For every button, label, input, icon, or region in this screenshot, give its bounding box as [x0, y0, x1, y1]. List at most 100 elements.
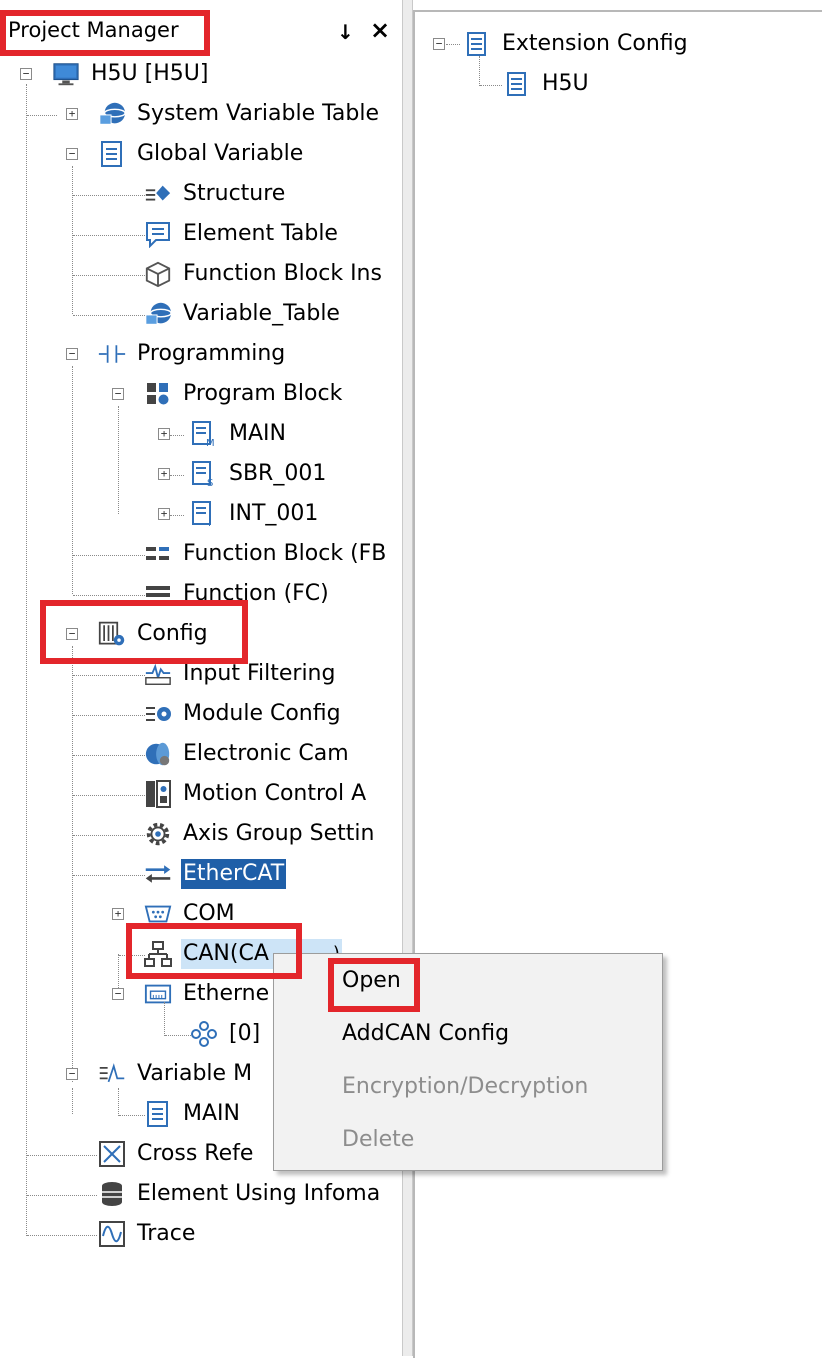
collapse-toggle[interactable]: −: [433, 38, 445, 50]
tree-node-programming[interactable]: Programming: [98, 335, 287, 373]
tree-node-label: H5U [H5U]: [91, 61, 209, 86]
tree-node-electronic-cam[interactable]: Electronic Cam: [144, 735, 351, 773]
tree-guide-line: [479, 56, 480, 86]
tree-branch-line: [73, 275, 145, 276]
tree-node-label: Element Table: [183, 221, 338, 246]
tree-guide-line: [118, 1088, 119, 1116]
module-gear-icon: [144, 700, 172, 728]
menu-item-label: Encryption/Decryption: [342, 1074, 589, 1099]
tree-node-cross-reference[interactable]: Cross Refe: [98, 1135, 255, 1173]
tree-node-label: Config: [137, 621, 208, 646]
tree-guide-line: [72, 646, 73, 1082]
tree-node-label: Module Config: [183, 701, 341, 726]
tree-branch-line: [73, 315, 145, 316]
tree-node-label: Programming: [137, 341, 286, 366]
network-nodes-icon: [190, 1020, 218, 1048]
tree-guide-line: [26, 84, 27, 1236]
svg-text:M: M: [206, 438, 215, 448]
tree-node-function-block-instance[interactable]: Function Block Ins: [144, 255, 384, 293]
expand-toggle[interactable]: +: [158, 468, 170, 480]
expand-toggle[interactable]: +: [112, 908, 124, 920]
tree-node-ethernet-child[interactable]: [0]: [190, 1015, 262, 1053]
document-list-icon: [463, 30, 491, 58]
tree-node-variable-monitor[interactable]: Variable M: [98, 1055, 254, 1093]
tree-node-sbr-001[interactable]: S SBR_001: [190, 455, 328, 493]
tree-node-global-variable[interactable]: Global Variable: [98, 135, 305, 173]
tree-node-int-001[interactable]: I INT_001: [190, 495, 320, 533]
tree-node-main[interactable]: M MAIN: [190, 415, 288, 453]
tree-node-extension-config[interactable]: Extension Config: [463, 25, 690, 63]
tree-node-label: Function Block Ins: [183, 261, 382, 286]
collapse-toggle[interactable]: −: [66, 1068, 78, 1080]
tree-node-trace[interactable]: Trace: [98, 1215, 197, 1253]
tree-node-label: Function (FC): [183, 581, 329, 606]
collapse-toggle[interactable]: −: [66, 348, 78, 360]
project-manager-title: Project Manager: [8, 18, 179, 42]
tree-node-module-config[interactable]: Module Config: [144, 695, 343, 733]
tree-node-label: Function Block (FB: [183, 541, 387, 566]
function-icon: [144, 580, 172, 608]
tree-node-structure[interactable]: Structure: [144, 175, 287, 213]
tree-branch-line: [73, 755, 145, 756]
tree-node-input-filtering[interactable]: Input Filtering: [144, 655, 337, 693]
tree-node-program-block[interactable]: Program Block: [144, 375, 344, 413]
expand-toggle[interactable]: +: [158, 428, 170, 440]
tree-node-element-table[interactable]: Element Table: [144, 215, 340, 253]
tree-node-label: Electronic Cam: [183, 741, 349, 766]
tree-node-label: [0]: [229, 1021, 261, 1046]
tree-node-root[interactable]: H5U [H5U]: [52, 55, 210, 93]
tree-branch-line: [119, 955, 145, 956]
tree-node-label: Axis Group Settin: [183, 821, 375, 846]
tree-node-label: Variable_Table: [183, 301, 340, 326]
collapse-toggle[interactable]: −: [20, 68, 32, 80]
tree-node-variable-table[interactable]: Variable_Table: [144, 295, 342, 333]
tree-node-label: CAN(CA: [181, 939, 271, 969]
network-topology-icon: [144, 940, 172, 968]
menu-item-label: AddCAN Config: [342, 1021, 510, 1046]
tree-node-label: SBR_001: [229, 461, 327, 486]
menu-item-add-can-config[interactable]: AddCAN Config: [342, 1021, 509, 1046]
tree-node-label: Cross Refe: [137, 1141, 254, 1166]
tree-guide-line: [72, 166, 73, 314]
svg-text:S: S: [207, 478, 213, 488]
tree-node-motion-control[interactable]: Motion Control A: [144, 775, 368, 813]
document-list-icon: [144, 1100, 172, 1128]
context-menu: Open AddCAN Config Encryption/Decryption…: [273, 953, 663, 1171]
program-s-icon: S: [190, 460, 218, 488]
tree-node-h5u[interactable]: H5U: [503, 65, 591, 103]
tree-node-com[interactable]: COM: [144, 895, 237, 933]
tree-branch-line: [73, 555, 145, 556]
tree-branch-line: [73, 235, 145, 236]
ladder-contact-icon: [98, 340, 126, 368]
collapse-toggle[interactable]: −: [112, 988, 124, 1000]
program-m-icon: M: [190, 420, 218, 448]
menu-item-label: Open: [342, 968, 401, 993]
globe-table-icon: [98, 100, 126, 128]
tree-node-label: COM: [183, 901, 235, 926]
tree-node-variable-monitor-main[interactable]: MAIN: [144, 1095, 242, 1133]
pin-icon[interactable]: ↓: [337, 20, 354, 44]
tree-branch-line: [27, 1235, 97, 1236]
tree-branch-line: [165, 1035, 191, 1036]
tree-branch-line: [170, 515, 184, 516]
tree-node-axis-group-setting[interactable]: Axis Group Settin: [144, 815, 376, 853]
tree-guide-line: [118, 406, 119, 514]
expand-toggle[interactable]: +: [158, 508, 170, 520]
collapse-toggle[interactable]: −: [66, 148, 78, 160]
tree-node-function-fc[interactable]: Function (FC): [144, 575, 331, 613]
collapse-toggle[interactable]: −: [112, 388, 124, 400]
tree-node-label: MAIN: [229, 421, 286, 446]
close-icon[interactable]: ×: [370, 16, 390, 44]
tree-node-label: H5U: [542, 71, 589, 96]
tree-node-config[interactable]: Config: [98, 615, 210, 653]
expand-toggle[interactable]: +: [66, 108, 78, 120]
cube-icon: [144, 260, 172, 288]
tree-node-element-using-info[interactable]: Element Using Infoma: [98, 1175, 382, 1213]
tree-node-function-block-fb[interactable]: Function Block (FB: [144, 535, 388, 573]
tree-node-system-variable-table[interactable]: System Variable Table: [98, 95, 381, 133]
globe-table-icon: [144, 300, 172, 328]
tree-node-label: Etherne: [183, 981, 270, 1006]
menu-item-open[interactable]: Open: [342, 968, 401, 993]
collapse-toggle[interactable]: −: [66, 628, 78, 640]
tree-node-ethercat[interactable]: EtherCAT: [144, 855, 287, 893]
